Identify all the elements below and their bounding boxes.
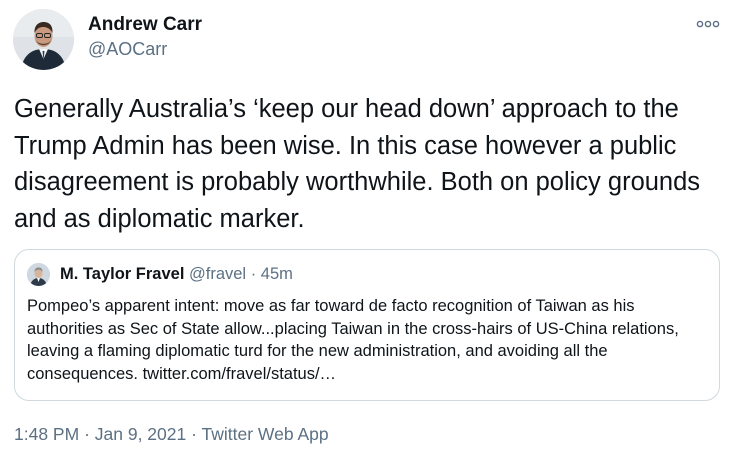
quoted-tweet-text: Pompeo’s apparent intent: move as far to… [27, 297, 679, 383]
author-avatar-image [13, 9, 74, 70]
quoted-tweet[interactable]: M. Taylor Fravel @fravel · 45m Pompeo’s … [14, 249, 720, 401]
quoted-separator: · [250, 265, 257, 283]
tweet-card: Andrew Carr @AOCarr Generally Australia’… [0, 0, 735, 452]
quoted-author-name: M. Taylor Fravel [60, 265, 185, 283]
quoted-timestamp: 45m [260, 265, 293, 283]
tweet-time[interactable]: 1:48 PM [14, 424, 79, 444]
quoted-tweet-header: M. Taylor Fravel @fravel · 45m [60, 265, 293, 284]
author-avatar[interactable] [13, 9, 74, 70]
footer-separator-2: · [191, 424, 197, 444]
more-options-button[interactable] [692, 12, 724, 36]
tweet-text: Generally Australia’s ‘keep our head dow… [14, 95, 701, 233]
tweet-source[interactable]: Twitter Web App [201, 424, 328, 444]
footer-separator-1: · [84, 424, 90, 444]
quoted-author-avatar [27, 263, 50, 286]
author-name[interactable]: Andrew Carr [88, 14, 202, 36]
more-horizontal-icon [696, 20, 720, 28]
quoted-avatar-image [27, 263, 50, 286]
quoted-author-handle: @fravel [189, 265, 247, 283]
author-handle[interactable]: @AOCarr [88, 39, 167, 60]
tweet-footer: 1:48 PM · Jan 9, 2021 · Twitter Web App [14, 424, 329, 445]
tweet-date[interactable]: Jan 9, 2021 [95, 424, 186, 444]
